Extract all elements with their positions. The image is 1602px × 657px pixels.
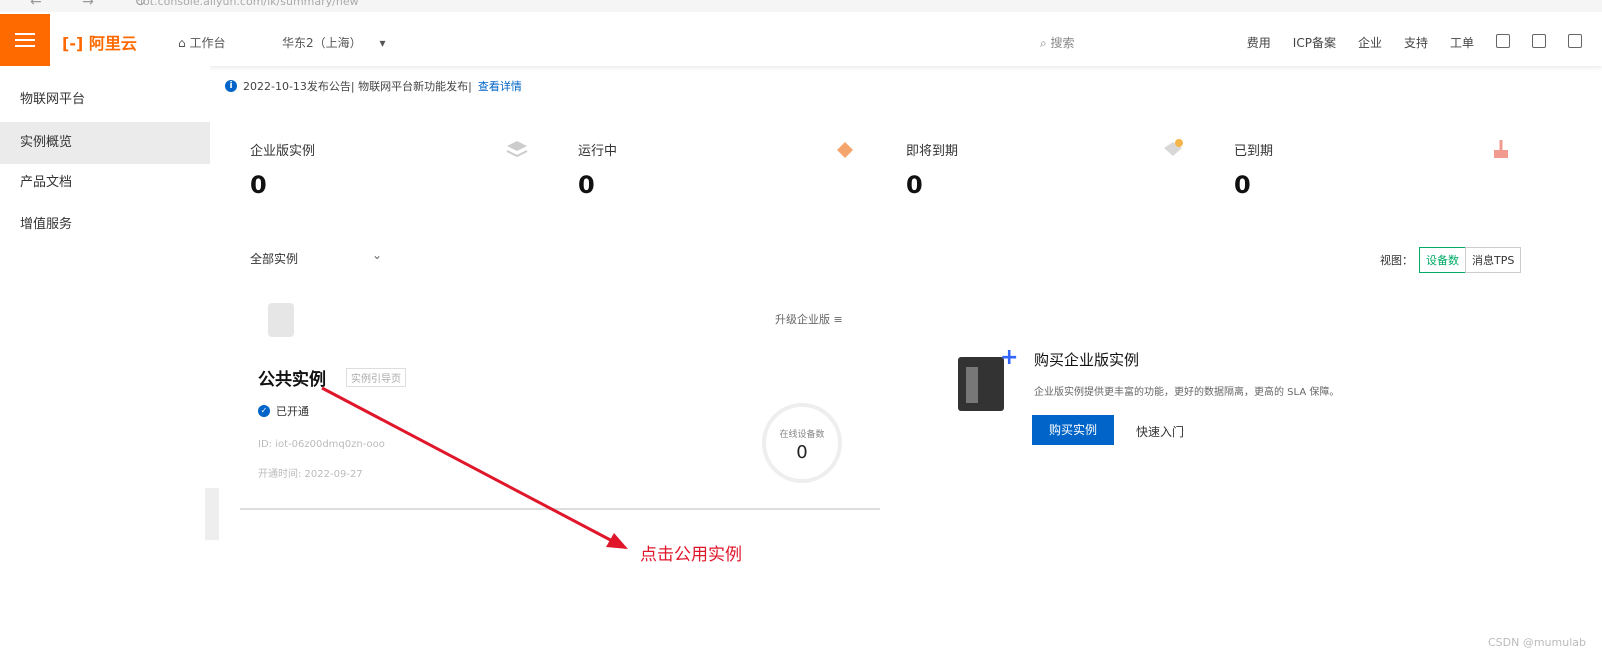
search-icon: ⌕ bbox=[1040, 36, 1051, 50]
region-selector[interactable]: 华东2（上海） ▾ bbox=[282, 34, 386, 51]
aliyun-logo[interactable]: [-] 阿里云 bbox=[62, 30, 137, 54]
stat-label: 企业版实例 bbox=[250, 144, 316, 159]
view-option-tps[interactable]: 消息TPS bbox=[1465, 247, 1522, 273]
plus-icon: + bbox=[1000, 345, 1019, 370]
info-icon: i bbox=[225, 80, 237, 92]
hamburger-icon-line bbox=[15, 45, 35, 47]
quick-start-link[interactable]: 快速入门 bbox=[1136, 423, 1184, 440]
chevron-down-icon: ▾ bbox=[379, 36, 386, 50]
workbench-label: 工作台 bbox=[189, 36, 226, 50]
sidebar: 物联网平台 实例概览 产品文档 增值服务 bbox=[0, 66, 210, 657]
hamburger-icon bbox=[15, 33, 35, 35]
hamburger-icon-line bbox=[15, 39, 35, 41]
stat-label: 运行中 bbox=[578, 144, 618, 159]
annotation-text: 点击公用实例 bbox=[640, 545, 742, 565]
topbar-item-billing[interactable]: 费用 bbox=[1247, 34, 1271, 51]
watermark: CSDN @mumulab bbox=[1487, 636, 1586, 649]
view-label: 视图： bbox=[1380, 254, 1413, 267]
cart-icon[interactable] bbox=[1532, 34, 1546, 48]
ring-value: 0 bbox=[796, 442, 808, 463]
ring-label: 在线设备数 bbox=[779, 430, 825, 440]
instance-guide-tag[interactable]: 实例引导页 bbox=[346, 368, 406, 387]
upgrade-label: 升级企业版 bbox=[775, 313, 830, 326]
stat-value: 0 bbox=[250, 171, 267, 199]
expiring-icon bbox=[1164, 139, 1183, 156]
stat-label: 已到期 bbox=[1234, 144, 1274, 159]
expired-icon bbox=[1494, 140, 1508, 158]
chevron-down-icon: ⌄ bbox=[372, 248, 383, 262]
browser-address-bar: ← → ↻ iot.console.aliyun.com/lk/summary/… bbox=[0, 0, 1602, 12]
stat-value: 0 bbox=[578, 171, 595, 199]
stat-enterprise-instances: 企业版实例 0 bbox=[250, 140, 530, 199]
instance-open-time: 开通时间: 2022-09-27 bbox=[258, 469, 363, 480]
announcement-bar: i 2022-10-13发布公告| 物联网平台新功能发布| 查看详情 bbox=[225, 78, 522, 94]
buy-instance-button[interactable]: 购买实例 bbox=[1032, 415, 1114, 445]
sidebar-title: 物联网平台 bbox=[20, 92, 86, 107]
buy-enterprise-promo: + 购买企业版实例 企业版实例提供更丰富的功能，更好的数据隔离，更高的 SLA … bbox=[958, 345, 1408, 455]
browser-url[interactable]: iot.console.aliyun.com/lk/summary/new bbox=[140, 0, 359, 8]
upgrade-enterprise-link[interactable]: 升级企业版 ≡ bbox=[775, 311, 843, 327]
announcement-text: 2022-10-13发布公告| 物联网平台新功能发布| bbox=[243, 80, 472, 93]
stat-running: 运行中 0 bbox=[578, 140, 858, 199]
topbar-right-menu: 费用 ICP备案 企业 支持 工单 bbox=[1247, 34, 1582, 51]
status-text: 已开通 bbox=[276, 405, 309, 418]
instance-title[interactable]: 公共实例 bbox=[258, 365, 326, 390]
scroll-strip bbox=[205, 488, 219, 540]
topbar-item-support[interactable]: 支持 bbox=[1404, 34, 1428, 51]
stat-value: 0 bbox=[906, 171, 923, 199]
layers-icon bbox=[506, 141, 528, 158]
console-topbar: [-] 阿里云 ⌂ 工作台 华东2（上海） ▾ ⌕ 搜索 费用 ICP备案 企业… bbox=[0, 14, 1602, 66]
instance-status: ✓ 已开通 bbox=[258, 403, 309, 419]
sidebar-item-product-docs[interactable]: 产品文档 bbox=[0, 162, 210, 204]
search-input[interactable]: ⌕ 搜索 bbox=[1040, 34, 1075, 51]
check-icon: ✓ bbox=[258, 405, 270, 417]
promo-description: 企业版实例提供更丰富的功能，更好的数据隔离，更高的 SLA 保障。 bbox=[1034, 387, 1340, 398]
menu-toggle-button[interactable] bbox=[0, 14, 50, 66]
sidebar-item-value-added[interactable]: 增值服务 bbox=[0, 204, 210, 246]
view-toggle: 视图： 设备数 消息TPS bbox=[1380, 247, 1522, 273]
instance-avatar-icon bbox=[268, 303, 294, 337]
filter-selected: 全部实例 bbox=[250, 252, 299, 266]
topbar-item-ticket[interactable]: 工单 bbox=[1450, 34, 1474, 51]
promo-title: 购买企业版实例 bbox=[1034, 351, 1140, 369]
workbench-link[interactable]: ⌂ 工作台 bbox=[178, 34, 225, 51]
more-icon: ≡ bbox=[833, 313, 843, 326]
topbar-item-enterprise[interactable]: 企业 bbox=[1358, 34, 1382, 51]
running-icon bbox=[837, 142, 853, 158]
server-icon bbox=[958, 357, 1004, 411]
home-icon: ⌂ bbox=[178, 36, 190, 50]
stat-expired: 已到期 0 bbox=[1234, 140, 1514, 199]
sidebar-item-instance-overview[interactable]: 实例概览 bbox=[0, 122, 210, 164]
instance-id: ID: iot-06z00dmq0zn-ooo bbox=[258, 439, 385, 450]
message-icon[interactable] bbox=[1496, 34, 1510, 48]
help-icon[interactable] bbox=[1568, 34, 1582, 48]
stat-value: 0 bbox=[1234, 171, 1251, 199]
stat-label: 即将到期 bbox=[906, 144, 959, 159]
region-label: 华东2（上海） bbox=[282, 36, 362, 50]
search-placeholder: 搜索 bbox=[1050, 36, 1075, 50]
online-devices-ring: 在线设备数 0 bbox=[762, 403, 842, 483]
public-instance-card[interactable]: 升级企业版 ≡ 公共实例 实例引导页 ✓ 已开通 ID: iot-06z00dm… bbox=[240, 295, 880, 510]
announcement-link[interactable]: 查看详情 bbox=[478, 78, 522, 94]
view-option-devices[interactable]: 设备数 bbox=[1419, 247, 1466, 273]
stat-expiring: 即将到期 0 bbox=[906, 139, 1186, 199]
instance-filter-dropdown[interactable]: 全部实例 ⌄ bbox=[250, 248, 382, 267]
topbar-item-icp[interactable]: ICP备案 bbox=[1293, 34, 1336, 51]
